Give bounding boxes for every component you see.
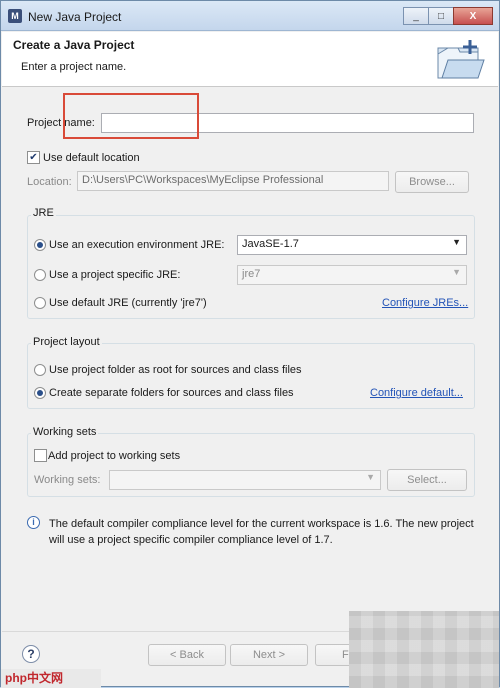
select-working-sets-button[interactable]: Select... [387, 469, 467, 491]
single-folder-layout-label: Use project folder as root for sources a… [49, 364, 302, 376]
execution-environment-radio[interactable] [34, 239, 46, 251]
minimize-button[interactable]: _ [403, 7, 429, 25]
jre-group-title: JRE [31, 207, 56, 219]
location-label: Location: [27, 176, 72, 188]
default-jre-label: Use default JRE (currently 'jre7') [49, 297, 207, 309]
use-default-location-label: Use default location [43, 152, 140, 164]
use-default-location-checkbox[interactable]: ✔ [27, 151, 40, 164]
maximize-button[interactable]: □ [428, 7, 454, 25]
add-to-working-sets-checkbox[interactable] [34, 449, 47, 462]
execution-environment-select[interactable]: JavaSE-1.7 ▼ [237, 235, 467, 255]
separate-folders-layout-radio[interactable] [34, 387, 46, 399]
dropdown-arrow-icon: ▼ [452, 267, 461, 277]
help-icon[interactable]: ? [22, 645, 40, 663]
window-title: New Java Project [28, 10, 122, 24]
configure-default-link[interactable]: Configure default... [370, 387, 463, 399]
title-bar: M New Java Project _ □ X [1, 1, 499, 31]
dropdown-arrow-icon: ▼ [452, 237, 461, 247]
add-to-working-sets-label: Add project to working sets [48, 450, 181, 462]
location-input[interactable]: D:\Users\PC\Workspaces\MyEclipse Profess… [77, 171, 389, 191]
single-folder-layout-radio[interactable] [34, 364, 46, 376]
working-sets-select[interactable]: ▼ [109, 470, 381, 490]
configure-jres-link[interactable]: Configure JREs... [382, 297, 468, 309]
wizard-banner: Create a Java Project Enter a project na… [2, 32, 498, 87]
separate-folders-layout-label: Create separate folders for sources and … [49, 387, 294, 399]
annotation-highlight-box [63, 93, 199, 139]
working-sets-label: Working sets: [34, 474, 101, 486]
project-specific-jre-label: Use a project specific JRE: [49, 269, 181, 281]
compliance-info-message: The default compiler compliance level fo… [49, 518, 474, 546]
myeclipse-app-icon: M [8, 9, 22, 23]
window-controls: _ □ X [403, 7, 493, 25]
project-specific-jre-select[interactable]: jre7 ▼ [237, 265, 467, 285]
dropdown-arrow-icon: ▼ [366, 472, 375, 482]
browse-button[interactable]: Browse... [395, 171, 469, 193]
wizard-title: Create a Java Project [13, 38, 135, 52]
working-sets-group-title: Working sets [31, 426, 99, 438]
back-button[interactable]: < Back [148, 644, 226, 666]
project-specific-jre-radio[interactable] [34, 269, 46, 281]
java-project-folder-icon [437, 40, 485, 79]
wizard-subtitle: Enter a project name. [21, 61, 127, 73]
next-button[interactable]: Next > [230, 644, 308, 666]
close-button[interactable]: X [453, 7, 493, 25]
pixelated-watermark-area [349, 611, 499, 688]
project-specific-jre-value: jre7 [242, 268, 261, 280]
execution-environment-value: JavaSE-1.7 [242, 238, 299, 250]
info-icon: i [27, 516, 40, 529]
project-layout-group [27, 343, 475, 409]
site-watermark: php中文网 [1, 669, 101, 688]
new-java-project-window: M New Java Project _ □ X Create a Java P… [0, 0, 500, 688]
project-layout-group-title: Project layout [31, 336, 102, 348]
execution-environment-label: Use an execution environment JRE: [49, 239, 225, 251]
default-jre-radio[interactable] [34, 297, 46, 309]
